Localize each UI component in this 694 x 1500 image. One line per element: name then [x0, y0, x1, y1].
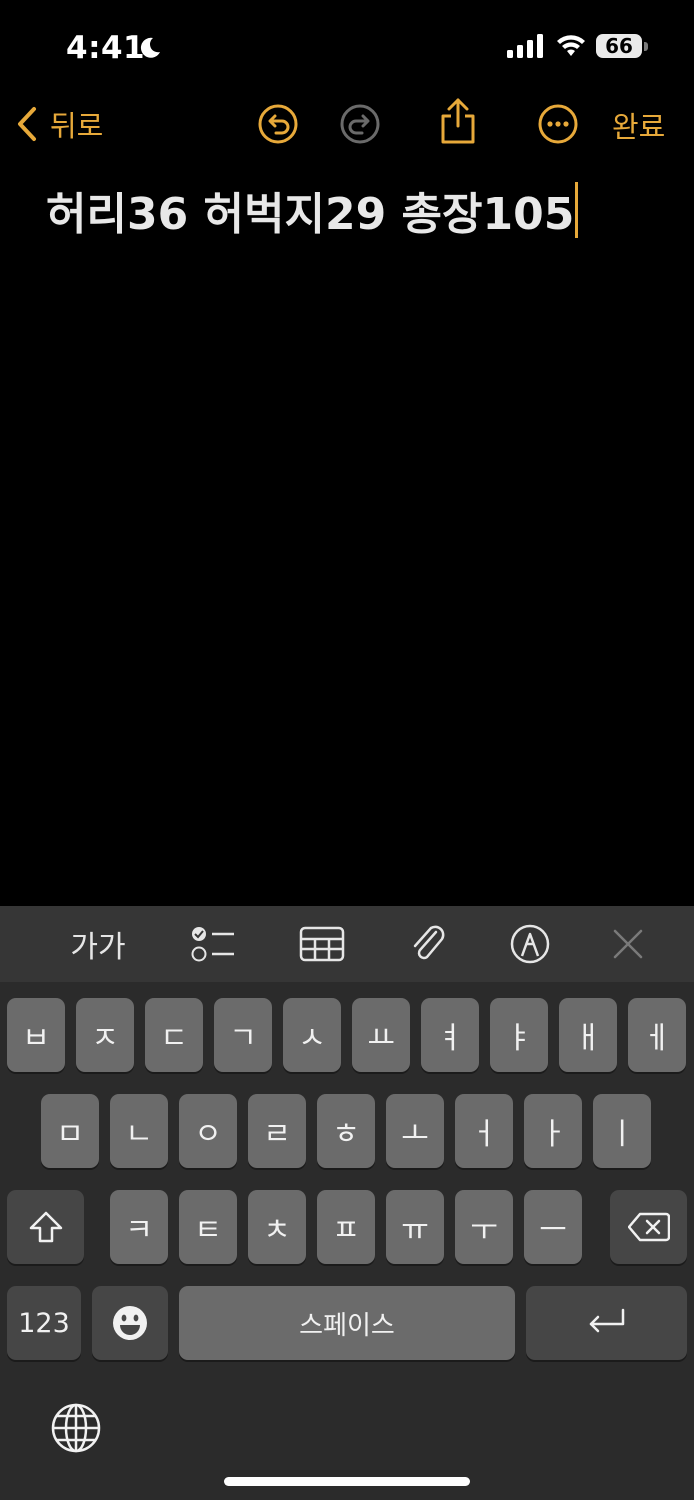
- key-row1-6[interactable]: ㅛ: [352, 998, 410, 1072]
- globe-language-button[interactable]: [50, 1402, 102, 1454]
- home-indicator[interactable]: [224, 1477, 470, 1486]
- done-button[interactable]: 완료: [612, 104, 665, 146]
- space-key[interactable]: 스페이스: [179, 1286, 515, 1360]
- numbers-key[interactable]: 123: [7, 1286, 81, 1360]
- return-key[interactable]: [526, 1286, 687, 1360]
- chevron-left-icon: [18, 107, 36, 141]
- key-row2-9[interactable]: ㅣ: [593, 1094, 651, 1168]
- markup-button[interactable]: [506, 920, 554, 968]
- key-row2-3[interactable]: ㅇ: [179, 1094, 237, 1168]
- key-row2-4[interactable]: ㄹ: [248, 1094, 306, 1168]
- key-row3-5[interactable]: ㅠ: [386, 1190, 444, 1264]
- keyboard: 가가 ㅂ ㅈ ㄷ ㄱ ㅅ ㅛ ㅕ ㅑ ㅐ ㅔ ㅁ ㄴ ㅇ ㄹ ㅎ ㅗ ㅓ ㅏ ㅣ…: [0, 906, 694, 1500]
- key-row3-7[interactable]: ㅡ: [524, 1190, 582, 1264]
- shift-key[interactable]: [7, 1190, 84, 1264]
- key-row1-4[interactable]: ㄱ: [214, 998, 272, 1072]
- key-row2-2[interactable]: ㄴ: [110, 1094, 168, 1168]
- more-options-icon[interactable]: [536, 102, 580, 146]
- back-button[interactable]: 뒤로: [14, 102, 103, 146]
- backspace-icon: [627, 1212, 670, 1242]
- status-bar: 4:41 66: [0, 0, 694, 90]
- share-icon[interactable]: [436, 96, 480, 146]
- wifi-icon: [557, 35, 585, 56]
- key-row1-5[interactable]: ㅅ: [283, 998, 341, 1072]
- key-row3-2[interactable]: ㅌ: [179, 1190, 237, 1264]
- emoji-smiley-icon: [113, 1306, 147, 1340]
- markup-pen-icon: [510, 924, 550, 964]
- status-time: 4:41: [66, 30, 146, 66]
- key-row1-1[interactable]: ㅂ: [7, 998, 65, 1072]
- table-icon: [299, 926, 345, 962]
- close-toolbar-button[interactable]: [606, 920, 650, 968]
- key-row1-8[interactable]: ㅑ: [490, 998, 548, 1072]
- battery-tip: [644, 42, 648, 51]
- battery-level: 66: [596, 34, 642, 58]
- keyboard-toolbar: 가가: [0, 906, 694, 982]
- back-label: 뒤로: [50, 109, 104, 143]
- undo-icon[interactable]: [256, 102, 300, 146]
- key-row1-3[interactable]: ㄷ: [145, 998, 203, 1072]
- key-row1-10[interactable]: ㅔ: [628, 998, 686, 1072]
- key-row3-6[interactable]: ㅜ: [455, 1190, 513, 1264]
- key-row1-7[interactable]: ㅕ: [421, 998, 479, 1072]
- key-row2-7[interactable]: ㅓ: [455, 1094, 513, 1168]
- note-text: 허리36 허벅지29 총장105: [46, 189, 575, 240]
- checklist-icon: [191, 927, 234, 962]
- checklist-button[interactable]: [186, 920, 238, 968]
- paperclip-icon: [413, 925, 445, 960]
- key-row1-9[interactable]: ㅐ: [559, 998, 617, 1072]
- redo-icon[interactable]: [338, 102, 382, 146]
- key-row3-3[interactable]: ㅊ: [248, 1190, 306, 1264]
- key-row2-1[interactable]: ㅁ: [41, 1094, 99, 1168]
- text-format-label: 가가: [70, 930, 126, 965]
- note-editor[interactable]: 허리36 허벅지29 총장105: [46, 178, 666, 242]
- key-row3-4[interactable]: ㅍ: [317, 1190, 375, 1264]
- delete-key[interactable]: [610, 1190, 687, 1264]
- text-cursor: [575, 182, 579, 238]
- key-row2-6[interactable]: ㅗ: [386, 1094, 444, 1168]
- table-button[interactable]: [296, 920, 348, 968]
- key-row2-5[interactable]: ㅎ: [317, 1094, 375, 1168]
- key-row1-2[interactable]: ㅈ: [76, 998, 134, 1072]
- close-icon: [613, 929, 643, 959]
- key-row2-8[interactable]: ㅏ: [524, 1094, 582, 1168]
- attachment-button[interactable]: [404, 920, 452, 968]
- key-row3-1[interactable]: ㅋ: [110, 1190, 168, 1264]
- emoji-key[interactable]: [92, 1286, 168, 1360]
- shift-arrow-icon: [29, 1211, 62, 1243]
- text-format-button[interactable]: 가가: [64, 920, 132, 968]
- globe-icon: [51, 1403, 101, 1453]
- battery-indicator: 66: [596, 34, 650, 60]
- do-not-disturb-moon-icon: [140, 37, 160, 58]
- cellular-signal-icon: [507, 34, 543, 58]
- return-arrow-icon: [589, 1308, 624, 1333]
- notes-nav-bar: 뒤로 완료: [0, 92, 694, 156]
